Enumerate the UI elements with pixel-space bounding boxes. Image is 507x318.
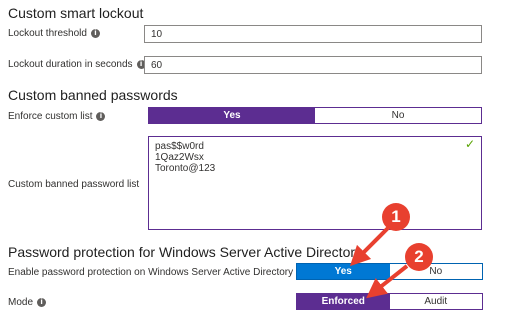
mode-label: Mode i — [8, 297, 47, 308]
enable-no-option[interactable]: No — [389, 264, 482, 279]
lockout-duration-label: Lockout duration in seconds i — [8, 59, 146, 70]
enable-ad-protection-toggle[interactable]: Yes No — [296, 263, 483, 280]
banned-password-item: Toronto@123 — [155, 163, 216, 174]
ad-protection-title: Password protection for Windows Server A… — [8, 244, 363, 260]
mode-audit-option[interactable]: Audit — [389, 294, 482, 309]
info-icon[interactable]: i — [96, 112, 106, 121]
banned-password-item: pas$$w0rd — [155, 141, 204, 152]
mode-toggle[interactable]: Enforced Audit — [296, 293, 483, 310]
enforce-yes-option[interactable]: Yes — [149, 108, 315, 123]
banned-password-list-label: Custom banned password list — [8, 179, 139, 190]
lockout-threshold-label-text: Lockout threshold — [8, 28, 87, 39]
mode-enforced-option[interactable]: Enforced — [297, 294, 390, 309]
enable-ad-protection-label-text: Enable password protection on Windows Se… — [8, 267, 294, 278]
lockout-threshold-label: Lockout threshold i — [8, 28, 100, 39]
info-icon[interactable]: i — [37, 298, 47, 307]
lockout-duration-input[interactable]: 60 — [144, 56, 482, 74]
annotation-badge-2: 2 — [405, 243, 433, 271]
banned-password-list-textarea[interactable]: pas$$w0rd 1Qaz2Wsx Toronto@123 ✓ — [148, 136, 482, 230]
enable-ad-protection-label: Enable password protection on Windows Se… — [8, 267, 307, 278]
banned-password-list-label-text: Custom banned password list — [8, 179, 140, 190]
mode-label-text: Mode — [8, 297, 34, 308]
lockout-duration-label-text: Lockout duration in seconds — [8, 59, 133, 70]
banned-passwords-title: Custom banned passwords — [8, 87, 178, 103]
checkmark-icon: ✓ — [464, 137, 475, 151]
smart-lockout-title: Custom smart lockout — [8, 5, 144, 21]
lockout-threshold-input[interactable]: 10 — [144, 25, 482, 43]
info-icon[interactable]: i — [90, 29, 100, 38]
enforce-custom-list-label: Enforce custom list i — [8, 111, 106, 122]
enforce-custom-list-label-text: Enforce custom list — [8, 111, 93, 122]
enforce-custom-list-toggle[interactable]: Yes No — [148, 107, 482, 124]
banned-password-item: 1Qaz2Wsx — [155, 152, 204, 163]
annotation-badge-1: 1 — [382, 203, 410, 231]
enforce-no-option[interactable]: No — [315, 108, 481, 123]
enable-yes-option[interactable]: Yes — [297, 264, 390, 279]
